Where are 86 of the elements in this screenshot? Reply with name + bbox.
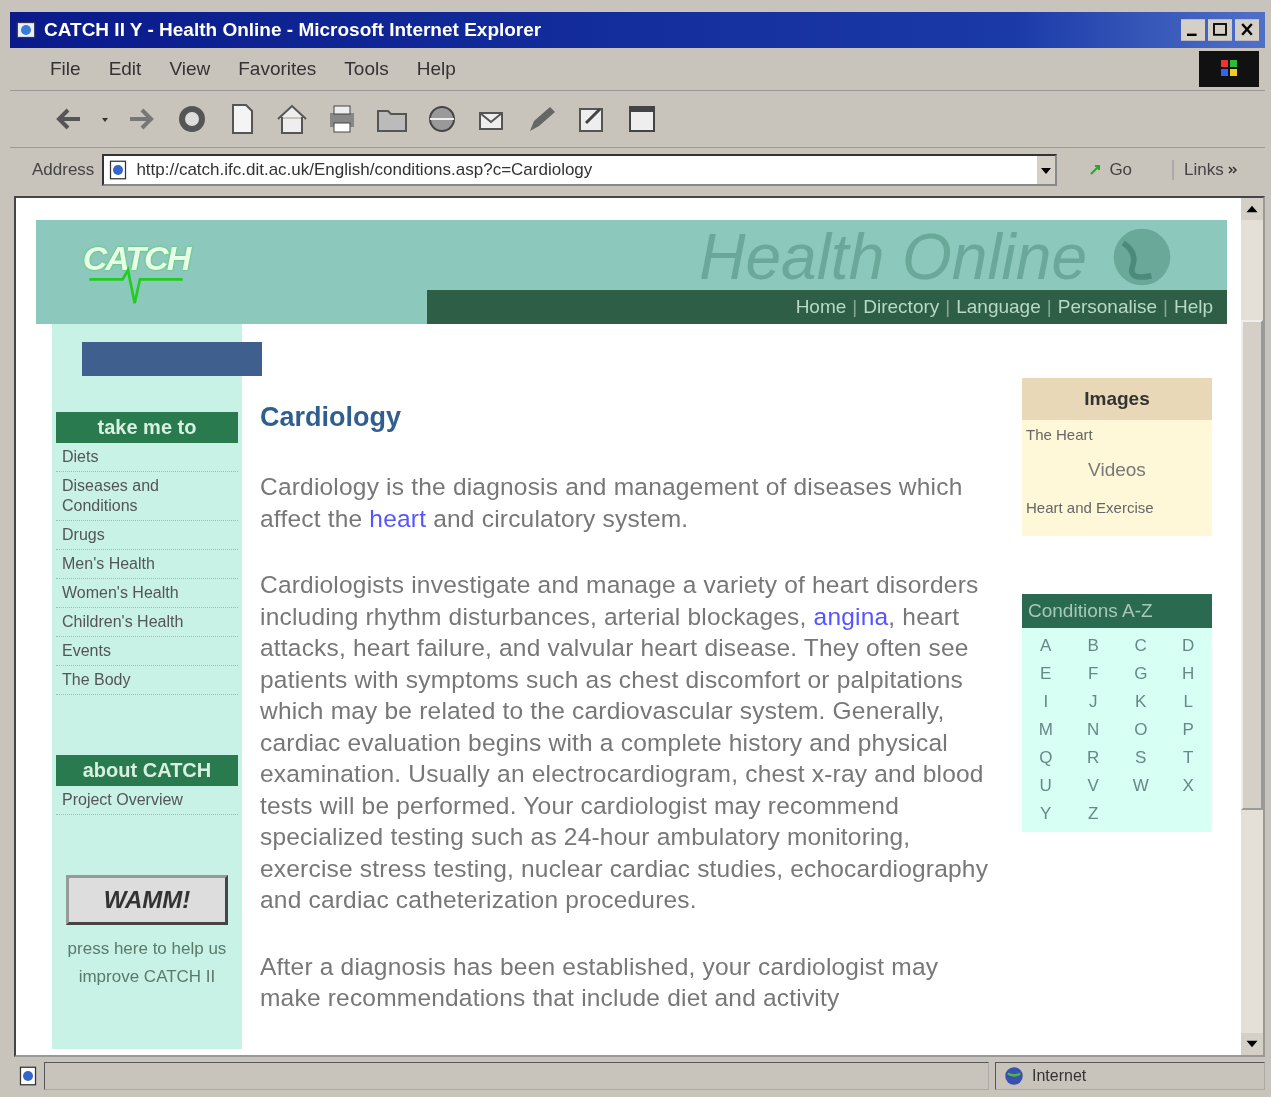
section-heading: about CATCH [56,755,238,786]
letter-link[interactable]: L [1164,692,1212,712]
menu-item[interactable]: Help [416,58,456,80]
sidebar-link[interactable]: Events [56,637,238,666]
browser-icon [16,20,36,40]
close-button[interactable] [1235,19,1259,41]
letter-link[interactable]: N [1069,720,1117,740]
letter-link[interactable]: P [1164,720,1212,740]
letter-link[interactable]: O [1117,720,1165,740]
maximize-button[interactable] [1208,19,1232,41]
sidebar-link[interactable]: Drugs [56,521,238,550]
paragraph: After a diagnosis has been established, your cardiologist may make recommendations that include diet and activity [260,951,940,1013]
panel-heading: Conditions A-Z [1022,594,1212,628]
feedback-badge[interactable]: WAMM! [66,875,228,925]
letter-link[interactable]: J [1069,692,1117,712]
windows-logo-icon [1199,51,1259,87]
letter-link[interactable]: B [1069,636,1117,656]
nav-link[interactable]: Help [1173,296,1213,318]
sidebar-link[interactable]: Diets [56,443,238,472]
letter-link[interactable]: X [1164,776,1212,796]
zone-label: Internet [1032,1067,1087,1085]
address-field[interactable]: http://catch.ifc.dit.ac.uk/English/conditions.asp?c=Cardiology [102,154,1058,186]
scroll-thumb[interactable] [1241,320,1263,810]
nav-separator: | [1163,296,1168,318]
paragraph: Cardiology is the diagnosis and management of diseases which affect the heart and circulatory system. [260,472,964,534]
sidebar-link[interactable]: Children's Health [56,608,238,637]
scroll-down-button[interactable] [1241,1033,1263,1055]
letter-link[interactable]: W [1117,776,1165,796]
menu-item[interactable]: Favorites [238,58,317,80]
letter-link[interactable]: T [1164,748,1212,768]
menu-item[interactable]: View [169,58,211,80]
nav-separator: | [1046,296,1052,318]
feedback-link[interactable]: press here to help us improve CATCH II [56,935,238,991]
letter-link[interactable]: G [1117,664,1165,684]
letter-link[interactable]: H [1164,664,1212,684]
dropdown-icon[interactable] [1037,156,1056,184]
address-label: Address [32,160,95,180]
text-link[interactable]: heart [369,504,427,532]
nav-link[interactable]: Language [956,296,1041,318]
nav-link[interactable]: Directory [863,296,940,318]
nav-separator: | [852,296,858,318]
panel-heading: Images [1022,378,1212,420]
page-icon [108,160,129,180]
text-link[interactable]: angina [813,602,889,630]
letter-link[interactable]: R [1069,748,1117,768]
globe-icon [1004,1066,1024,1086]
sidebar-link[interactable]: Project Overview [56,786,238,815]
menu-item[interactable]: Edit [108,58,142,80]
letter-link[interactable]: M [1022,720,1070,740]
letter-link[interactable]: V [1069,776,1117,796]
menu-item[interactable]: Tools [344,58,389,80]
letter-link[interactable]: A [1022,636,1070,656]
letter-link[interactable]: D [1164,636,1212,656]
panel-subheading: Videos [1087,458,1147,482]
letter-link[interactable]: F [1069,664,1117,684]
nav-link[interactable]: Home [795,296,847,318]
nav-link[interactable]: Personalise [1057,296,1157,318]
minimize-button[interactable] [1181,19,1205,41]
nav-separator: | [945,296,951,318]
sidebar-link[interactable]: The Body [56,666,238,695]
scroll-up-button[interactable] [1241,198,1263,220]
chevron-icon [1227,165,1238,175]
sidebar-link[interactable]: Men's Health [56,550,238,579]
letter-link[interactable]: C [1117,636,1165,656]
article-title: Cardiology [260,402,402,433]
section-heading: take me to [56,412,238,443]
letter-link[interactable]: S [1117,748,1165,768]
letter-link[interactable]: U [1022,776,1070,796]
letter-link[interactable]: Y [1022,804,1070,824]
letter-link[interactable]: I [1022,692,1070,712]
image-link[interactable]: The Heart [1022,420,1212,455]
scrollbar[interactable] [1241,198,1263,1055]
image-link[interactable]: Heart and Exercise [1022,493,1212,528]
sidebar-link[interactable]: Women's Health [56,579,238,608]
letter-link[interactable]: E [1022,664,1070,684]
letter-link[interactable]: Z [1069,804,1117,824]
sidebar-link[interactable]: Diseases and Conditions [56,472,238,521]
letter-link[interactable]: Q [1022,748,1070,768]
go-button[interactable]: Go [1081,158,1141,182]
menu-item[interactable]: File [50,58,81,80]
window-title: CATCH II Y - Health Online - Microsoft Internet Explorer [44,19,542,41]
links-button[interactable]: Links [1172,160,1238,180]
paragraph: Cardiologists investigate and manage a variety of heart disorders including rhythm disturbances, arterial blockages, angina, heart attacks, heart failure, and valvular heart disease. They often see patients with symptoms such as chest discomfort or palpitations which may be related to the cardiovascular system. Generally, cardiac evaluation begins with a complete history and physical examination. Usually an electrocardiogram, chest x-ray and blood tests will be performed. Your cardiologist may recommend specialized testing such as 24-hour ambulatory monitoring, exercise stress testing, nuclear cardiac studies, echocardiography and cardiac catheterization procedures. [260,570,990,915]
logo-text: CATCH [82,238,190,278]
letter-link[interactable]: K [1117,692,1165,712]
page-icon [18,1066,38,1086]
